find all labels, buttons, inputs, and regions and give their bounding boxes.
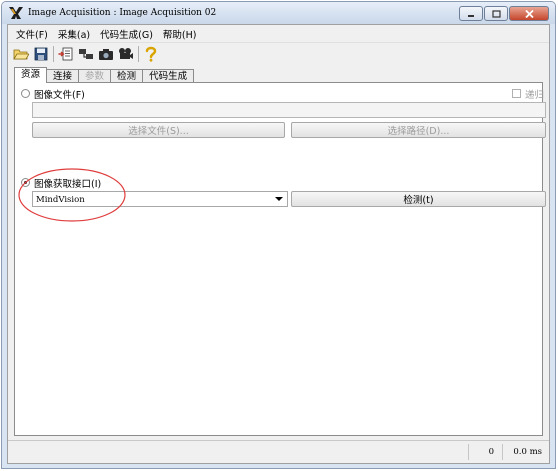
status-time: 0.0 ms <box>513 447 542 457</box>
maximize-button[interactable] <box>484 6 508 21</box>
menu-file[interactable]: 文件(F) <box>11 27 53 41</box>
toolbar <box>8 43 549 65</box>
detect-button[interactable]: 检测(t) <box>291 191 546 207</box>
recursive-checkbox[interactable] <box>512 89 521 98</box>
export-icon <box>58 47 73 61</box>
live-video-button[interactable] <box>116 44 136 64</box>
status-bar: 0 0.0 ms <box>8 440 549 463</box>
maximize-icon <box>491 9 501 18</box>
image-path-field[interactable] <box>32 102 546 118</box>
close-button[interactable] <box>509 6 549 21</box>
image-files-radio[interactable] <box>21 89 30 98</box>
live-video-icon <box>119 48 133 59</box>
resources-panel: 图像文件(F) 递归 选择文件(S)... 选择路径(D)... 图像获取接口(… <box>14 82 546 436</box>
snapshot-icon <box>99 49 113 60</box>
main-window: Image Acquisition : Image Acquisition 02… <box>1 1 556 469</box>
recursive-label: 递归 <box>525 90 545 101</box>
minimize-icon <box>468 14 474 17</box>
image-files-label: 图像文件(F) <box>34 90 85 101</box>
close-icon <box>524 9 534 18</box>
save-icon <box>34 47 48 61</box>
annotation-circle <box>18 168 126 222</box>
help-icon <box>145 46 157 62</box>
toolbar-separator <box>138 46 139 62</box>
app-icon <box>9 7 23 19</box>
save-button[interactable] <box>31 44 51 64</box>
status-divider <box>502 444 503 460</box>
tab-connection[interactable]: 连接 <box>46 69 80 83</box>
open-folder-icon <box>13 49 29 60</box>
tab-detect[interactable]: 检测 <box>110 69 144 83</box>
select-file-button[interactable]: 选择文件(S)... <box>32 122 285 138</box>
connect-icon <box>79 49 93 59</box>
menu-acquisition[interactable]: 采集(a) <box>53 27 95 41</box>
menu-code-generation[interactable]: 代码生成(G) <box>95 27 158 41</box>
open-button[interactable] <box>11 44 31 64</box>
tab-parameters[interactable]: 参数 <box>78 69 112 83</box>
export-button[interactable] <box>56 44 76 64</box>
toolbar-separator <box>53 46 54 62</box>
chevron-down-icon <box>275 197 283 201</box>
status-count: 0 <box>488 447 494 457</box>
help-button[interactable] <box>141 44 161 64</box>
window-title: Image Acquisition : Image Acquisition 02 <box>28 8 217 18</box>
tab-strip: 资源 连接 参数 检测 代码生成 <box>14 67 195 83</box>
client-area: 文件(F) 采集(a) 代码生成(G) 帮助(H) 资源 连接 参数 检测 代码… <box>7 24 550 464</box>
menu-help[interactable]: 帮助(H) <box>158 27 202 41</box>
tab-code-generation[interactable]: 代码生成 <box>142 69 195 83</box>
snapshot-button[interactable] <box>96 44 116 64</box>
select-path-button[interactable]: 选择路径(D)... <box>291 122 546 138</box>
tab-resources[interactable]: 资源 <box>14 67 48 83</box>
title-bar[interactable]: Image Acquisition : Image Acquisition 02 <box>2 2 555 24</box>
status-divider <box>468 444 469 460</box>
menu-bar: 文件(F) 采集(a) 代码生成(G) 帮助(H) <box>8 25 549 43</box>
connect-button[interactable] <box>76 44 96 64</box>
minimize-button[interactable] <box>459 6 483 21</box>
